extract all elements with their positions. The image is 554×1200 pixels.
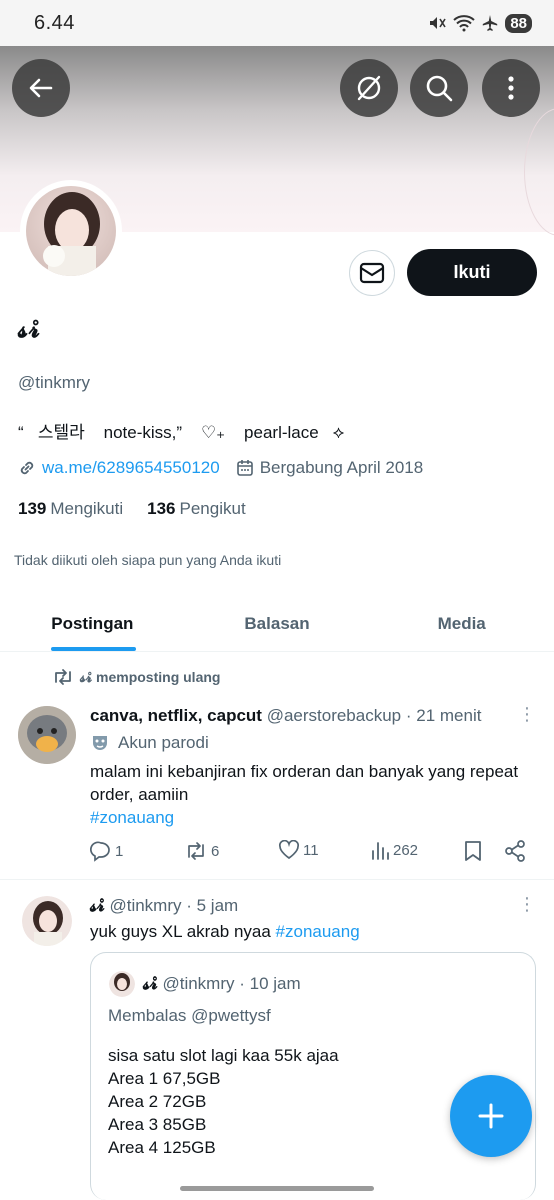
heart-icon — [278, 840, 300, 860]
battery-indicator: 88 — [505, 13, 532, 33]
post-hashtag[interactable]: #zonauang — [276, 922, 360, 941]
repost-button[interactable]: 6 — [184, 840, 219, 862]
post-author-handle[interactable]: @aerstorebackup — [267, 706, 401, 725]
post-actions: 1 6 11 262 — [88, 840, 528, 868]
tab-media[interactable]: Media — [369, 596, 554, 651]
mask-icon — [93, 735, 107, 750]
post-avatar[interactable] — [18, 706, 76, 764]
post-author-name[interactable]: canva, netflix, capcut — [90, 706, 262, 725]
not-followed-notice: Tidak diikuti oleh siapa pun yang Anda i… — [14, 552, 282, 568]
repost-icon — [188, 842, 204, 860]
home-indicator[interactable] — [180, 1186, 374, 1191]
profile-joined: Bergabung April 2018 — [259, 458, 424, 477]
post-time: · 5 jam — [186, 896, 239, 915]
active-tab-indicator — [51, 647, 136, 651]
chart-icon — [372, 842, 389, 860]
quoted-post[interactable]: 𝓼𝓻̊ @tinkmry · 10 jam Membalas @pwettysf… — [90, 952, 536, 1200]
profile-meta: wa.me/6289654550120 Bergabung April 2018 — [18, 458, 423, 478]
more-button[interactable] — [482, 59, 540, 117]
tab-replies[interactable]: Balasan — [185, 596, 370, 651]
quote-text: sisa satu slot lagi kaa 55k ajaa Area 1 … — [108, 1046, 339, 1157]
post-time: · 21 menit — [405, 706, 482, 725]
profile-display-name: 𝓼𝓻̊ — [18, 316, 41, 343]
status-bar: 6.44 88 — [0, 0, 554, 46]
bookmark-button[interactable] — [464, 840, 482, 862]
message-button[interactable] — [349, 250, 395, 296]
profile-link[interactable]: wa.me/6289654550120 — [42, 458, 220, 478]
post-more-icon[interactable]: ⋮ — [518, 704, 536, 725]
plus-icon — [478, 1103, 504, 1129]
more-vertical-icon — [508, 76, 514, 100]
post-divider — [0, 879, 554, 880]
follow-stats: 139 Mengikuti 136 Pengikut — [18, 499, 246, 519]
airplane-icon — [483, 15, 498, 31]
quote-time: · 10 jam — [239, 974, 301, 993]
following-stat[interactable]: 139 Mengikuti — [18, 499, 123, 519]
post-header: canva, netflix, capcut @aerstorebackup ·… — [90, 706, 481, 726]
bookmark-icon — [465, 841, 481, 861]
quote-header: 𝓼𝓻̊ @tinkmry · 10 jam — [143, 974, 301, 994]
search-icon — [426, 75, 453, 102]
envelope-icon — [359, 262, 385, 284]
parody-badge: Akun parodi — [90, 731, 209, 754]
profile-tabs: Postingan Balasan Media — [0, 596, 554, 652]
status-time: 6.44 — [34, 11, 75, 34]
reply-button[interactable]: 1 — [90, 840, 123, 862]
followers-stat[interactable]: 136 Pengikut — [147, 499, 246, 519]
post-text: yuk guys XL akrab nyaa #zonauang — [90, 922, 360, 941]
link-icon — [20, 461, 34, 475]
back-button[interactable] — [12, 59, 70, 117]
mute-icon — [430, 17, 446, 29]
grok-icon — [357, 75, 381, 101]
post-header: 𝓼𝓻̊ @tinkmry · 5 jam — [90, 896, 238, 916]
post-author-handle[interactable]: @tinkmry — [109, 896, 181, 915]
wifi-icon — [453, 15, 475, 32]
quote-author-name: 𝓼𝓻̊ — [143, 974, 158, 993]
quote-author-handle: @tinkmry — [162, 974, 235, 993]
arrow-left-icon — [29, 78, 53, 98]
quote-replying-to: Membalas @pwettysf — [108, 1006, 271, 1025]
grok-button[interactable] — [340, 59, 398, 117]
post-hashtag[interactable]: #zonauang — [90, 808, 174, 827]
post-author-name[interactable]: 𝓼𝓻̊ — [90, 896, 105, 915]
post-more-icon[interactable]: ⋮ — [518, 894, 536, 915]
share-button[interactable] — [504, 840, 526, 862]
avatar-image — [26, 186, 116, 276]
reply-icon — [90, 841, 110, 862]
compose-button[interactable] — [450, 1075, 532, 1157]
share-icon — [505, 840, 525, 862]
post-avatar[interactable] — [22, 896, 72, 946]
profile-handle: @tinkmry — [18, 373, 91, 392]
quote-avatar — [109, 971, 135, 997]
like-button[interactable]: 11 — [278, 840, 319, 860]
status-icons: 88 — [427, 13, 532, 33]
profile-bio: “ 스텔라 note-kiss,” ♡₊ pearl-lace ⟡ — [18, 423, 345, 442]
profile-avatar[interactable] — [20, 180, 122, 282]
search-button[interactable] — [410, 59, 468, 117]
post-text: malam ini kebanjiran fix orderan dan ban… — [90, 762, 519, 827]
repost-indicator: 𝓼𝓻̊ memposting ulang — [52, 668, 220, 686]
follow-button[interactable]: Ikuti — [407, 249, 537, 296]
tab-posts[interactable]: Postingan — [0, 596, 185, 651]
calendar-icon — [236, 460, 253, 476]
views-button[interactable]: 262 — [370, 840, 418, 860]
repost-icon — [55, 669, 71, 685]
